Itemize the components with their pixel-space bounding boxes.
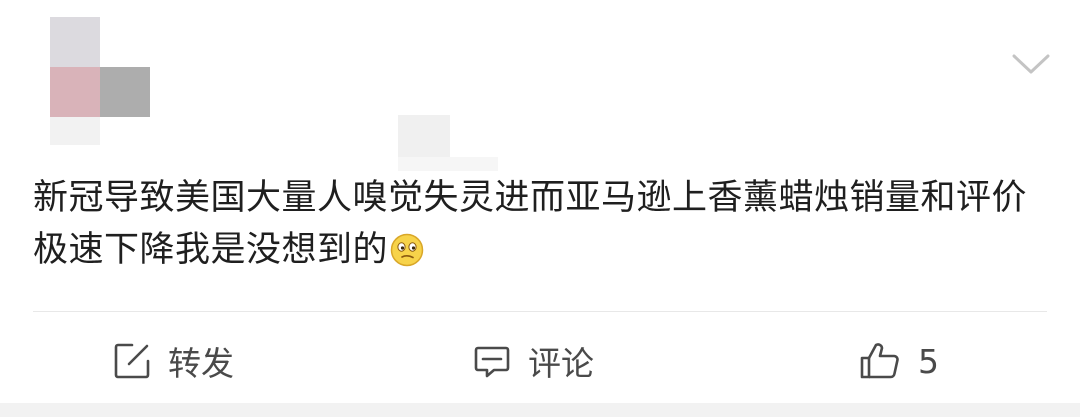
- comment-label: 评论: [528, 344, 594, 383]
- comment-button[interactable]: 评论: [472, 330, 594, 392]
- separator-bar: [0, 403, 1080, 417]
- post-body: 新冠导致美国大量人嗅觉失灵进而亚马逊上香薰蜡烛销量和评价极速下降我是没想到的: [33, 172, 1043, 276]
- action-bar: 转发 评论 5: [0, 330, 1080, 392]
- repost-icon: [114, 343, 150, 379]
- repost-label: 转发: [168, 344, 234, 383]
- avatar-pixel: [50, 117, 100, 145]
- post-text: 新冠导致美国大量人嗅觉失灵进而亚马逊上香薰蜡烛销量和评价极速下降我是没想到的: [33, 178, 1028, 270]
- weibo-post-card: 新冠导致美国大量人嗅觉失灵进而亚马逊上香薰蜡烛销量和评价极速下降我是没想到的 转…: [0, 0, 1080, 417]
- post-menu-button[interactable]: [1012, 48, 1050, 78]
- chevron-down-icon: [1012, 54, 1050, 74]
- comment-icon: [474, 346, 510, 378]
- thinking-face-emoji: [390, 233, 424, 267]
- divider: [33, 311, 1047, 312]
- like-button[interactable]: 5: [858, 330, 939, 392]
- avatar[interactable]: [50, 17, 150, 145]
- avatar-pixel: [50, 17, 100, 67]
- username-redacted[interactable]: [398, 115, 498, 175]
- username-pixel: [398, 157, 498, 171]
- thumbs-up-icon: [860, 343, 899, 379]
- avatar-pixel: [50, 67, 100, 117]
- repost-button[interactable]: 转发: [112, 330, 234, 392]
- username-pixel: [398, 115, 450, 157]
- avatar-pixel: [100, 67, 150, 117]
- like-count: 5: [918, 341, 939, 381]
